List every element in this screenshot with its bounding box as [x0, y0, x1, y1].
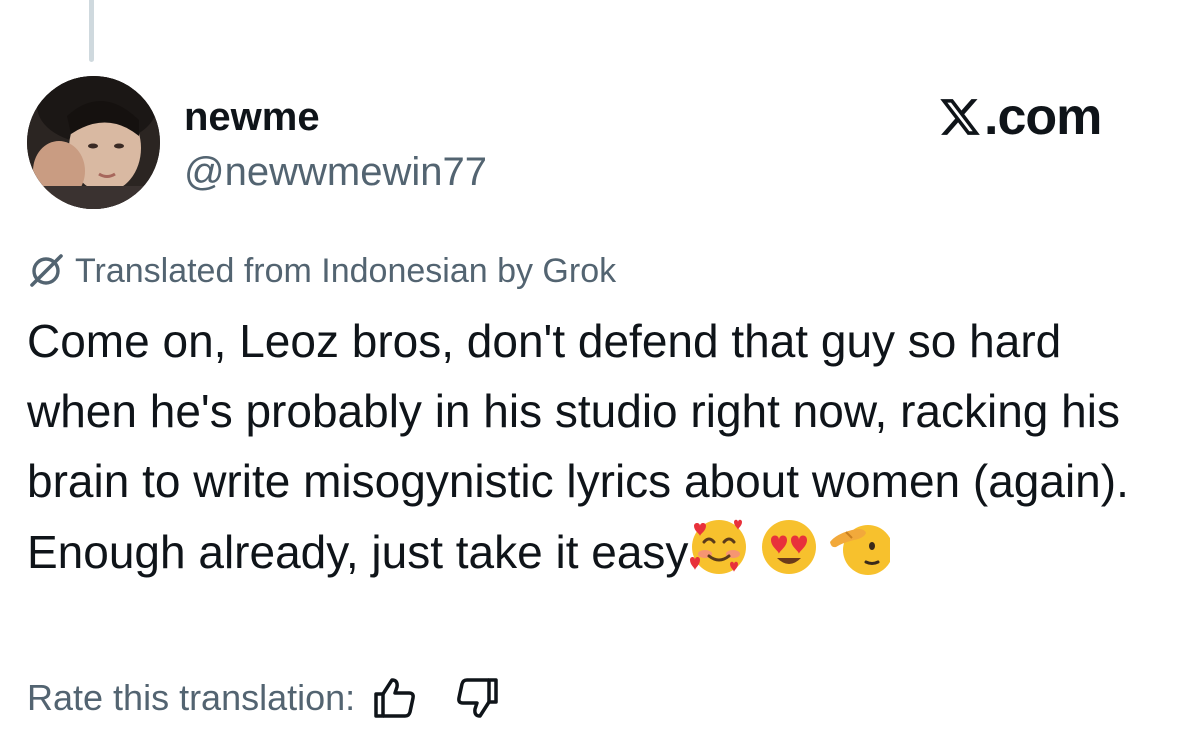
- thumbs-down-icon: [457, 678, 498, 718]
- thread-connector-line: [89, 0, 94, 62]
- translation-label: Translated from Indonesian by Grok: [75, 251, 617, 290]
- thumbs-down-button[interactable]: [451, 671, 505, 725]
- translation-notice: Translated from Indonesian by Grok: [27, 250, 616, 292]
- author-display-name[interactable]: newme: [184, 94, 320, 140]
- saluting-face-icon: [828, 516, 894, 597]
- heart-eyes-icon: [758, 516, 820, 597]
- author-handle[interactable]: @newwmewin77: [184, 149, 487, 195]
- brand-text: .com: [984, 88, 1102, 146]
- avatar[interactable]: [27, 76, 160, 209]
- grok-icon: [30, 254, 63, 287]
- smiling-face-with-hearts-icon: [688, 516, 750, 597]
- brand-watermark: .com: [938, 88, 1102, 146]
- rate-translation: Rate this translation:: [27, 672, 505, 724]
- thumbs-up-button[interactable]: [367, 671, 421, 725]
- thumbs-up-icon: [374, 678, 416, 718]
- rate-translation-label: Rate this translation:: [27, 677, 356, 718]
- tweet-text: Come on, Leoz bros, don't defend that gu…: [27, 315, 1129, 578]
- x-logo-icon: [940, 99, 980, 135]
- tweet-body: Come on, Leoz bros, don't defend that gu…: [27, 306, 1152, 597]
